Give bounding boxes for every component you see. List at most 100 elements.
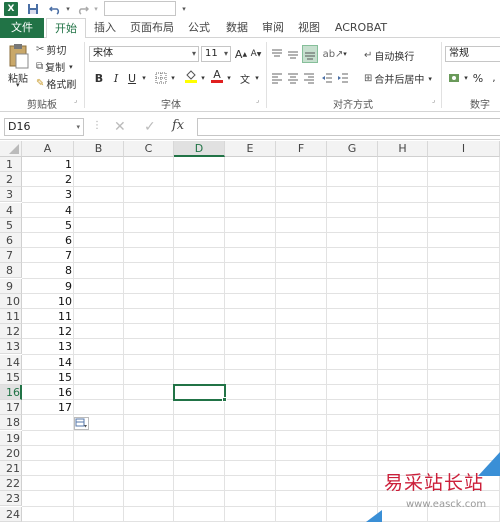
cell-d10[interactable] <box>174 293 225 309</box>
tab-view[interactable]: 视图 <box>294 18 324 38</box>
cell-h17[interactable] <box>378 400 428 416</box>
cell-i14[interactable] <box>428 354 500 370</box>
name-box[interactable]: D16 ▾ <box>4 118 84 136</box>
cell-g18[interactable] <box>327 415 378 431</box>
cell-c10[interactable] <box>124 293 174 309</box>
cell-f21[interactable] <box>276 461 327 477</box>
cell-b12[interactable] <box>74 324 124 340</box>
cell-i6[interactable] <box>428 233 500 249</box>
cell-d2[interactable] <box>174 172 225 188</box>
redo-icon[interactable] <box>76 2 90 16</box>
cell-f8[interactable] <box>276 263 327 279</box>
cell-c23[interactable] <box>124 491 174 507</box>
cell-h5[interactable] <box>378 217 428 233</box>
cell-f18[interactable] <box>276 415 327 431</box>
cell-h14[interactable] <box>378 354 428 370</box>
cell-c9[interactable] <box>124 278 174 294</box>
cell-g13[interactable] <box>327 339 378 355</box>
cell-c20[interactable] <box>124 445 174 461</box>
cell-d7[interactable] <box>174 248 225 264</box>
tab-formulas[interactable]: 公式 <box>184 18 214 38</box>
cell-f14[interactable] <box>276 354 327 370</box>
cell-f6[interactable] <box>276 233 327 249</box>
cell-i16[interactable] <box>428 385 500 401</box>
cell-c15[interactable] <box>124 369 174 385</box>
cell-f5[interactable] <box>276 217 327 233</box>
cell-f15[interactable] <box>276 369 327 385</box>
formula-input[interactable] <box>197 118 500 136</box>
cell-b7[interactable] <box>74 248 124 264</box>
cell-b17[interactable] <box>74 400 124 416</box>
column-header-i[interactable]: I <box>428 141 500 157</box>
cell-h18[interactable] <box>378 415 428 431</box>
cell-i10[interactable] <box>428 293 500 309</box>
cell-c24[interactable] <box>124 506 174 522</box>
row-header-18[interactable]: 18 <box>0 415 22 431</box>
cell-a21[interactable] <box>22 461 74 477</box>
fill-color-dropdown-icon[interactable]: ▾ <box>199 70 207 86</box>
cell-i4[interactable] <box>428 202 500 218</box>
insert-function-button[interactable]: fx <box>172 118 184 133</box>
cell-h11[interactable] <box>378 309 428 325</box>
cell-c14[interactable] <box>124 354 174 370</box>
active-cell-border[interactable] <box>173 384 226 402</box>
cell-f13[interactable] <box>276 339 327 355</box>
merge-center-button[interactable]: ⊞ 合并后居中 ▾ <box>364 71 432 86</box>
row-header-6[interactable]: 6 <box>0 233 22 248</box>
cell-d11[interactable] <box>174 309 225 325</box>
format-painter-button[interactable]: ✎ 格式刷 <box>36 76 76 91</box>
cell-d12[interactable] <box>174 324 225 340</box>
row-header-13[interactable]: 13 <box>0 339 22 355</box>
accounting-format-icon[interactable] <box>447 70 461 86</box>
cell-h19[interactable] <box>378 430 428 446</box>
cell-e23[interactable] <box>225 491 276 507</box>
cell-g9[interactable] <box>327 278 378 294</box>
cell-i11[interactable] <box>428 309 500 325</box>
tab-file[interactable]: 文件 <box>0 18 44 38</box>
increase-indent-icon[interactable] <box>336 70 350 86</box>
cell-a24[interactable] <box>22 506 74 522</box>
fill-handle[interactable] <box>222 397 227 403</box>
cell-g3[interactable] <box>327 187 378 203</box>
cell-b8[interactable] <box>74 263 124 279</box>
cell-i7[interactable] <box>428 248 500 264</box>
tab-insert[interactable]: 插入 <box>90 18 120 38</box>
cell-d3[interactable] <box>174 187 225 203</box>
cell-f17[interactable] <box>276 400 327 416</box>
row-header-23[interactable]: 23 <box>0 491 22 507</box>
cell-d8[interactable] <box>174 263 225 279</box>
font-name-select[interactable]: 宋体 ▾ <box>89 46 199 62</box>
cell-b6[interactable] <box>74 233 124 249</box>
cell-g2[interactable] <box>327 172 378 188</box>
cell-f16[interactable] <box>276 385 327 401</box>
cell-f24[interactable] <box>276 506 327 522</box>
cell-g10[interactable] <box>327 293 378 309</box>
cell-b15[interactable] <box>74 369 124 385</box>
row-header-2[interactable]: 2 <box>0 172 22 188</box>
column-header-h[interactable]: H <box>378 141 428 157</box>
cell-g19[interactable] <box>327 430 378 446</box>
cell-f20[interactable] <box>276 445 327 461</box>
enter-icon[interactable]: ✓ <box>144 119 156 135</box>
cell-e17[interactable] <box>225 400 276 416</box>
cell-b1[interactable] <box>74 157 124 173</box>
cell-f23[interactable] <box>276 491 327 507</box>
cell-i8[interactable] <box>428 263 500 279</box>
cell-c5[interactable] <box>124 217 174 233</box>
cell-d6[interactable] <box>174 233 225 249</box>
cell-h15[interactable] <box>378 369 428 385</box>
tab-page-layout[interactable]: 页面布局 <box>126 18 178 38</box>
cell-h9[interactable] <box>378 278 428 294</box>
row-header-9[interactable]: 9 <box>0 278 22 294</box>
column-header-d[interactable]: D <box>174 141 225 157</box>
cell-c3[interactable] <box>124 187 174 203</box>
cell-g4[interactable] <box>327 202 378 218</box>
cell-e3[interactable] <box>225 187 276 203</box>
cell-b22[interactable] <box>74 476 124 492</box>
align-center-icon[interactable] <box>286 70 300 86</box>
cell-h16[interactable] <box>378 385 428 401</box>
cell-h3[interactable] <box>378 187 428 203</box>
row-header-1[interactable]: 1 <box>0 157 22 172</box>
cell-h8[interactable] <box>378 263 428 279</box>
cell-g15[interactable] <box>327 369 378 385</box>
